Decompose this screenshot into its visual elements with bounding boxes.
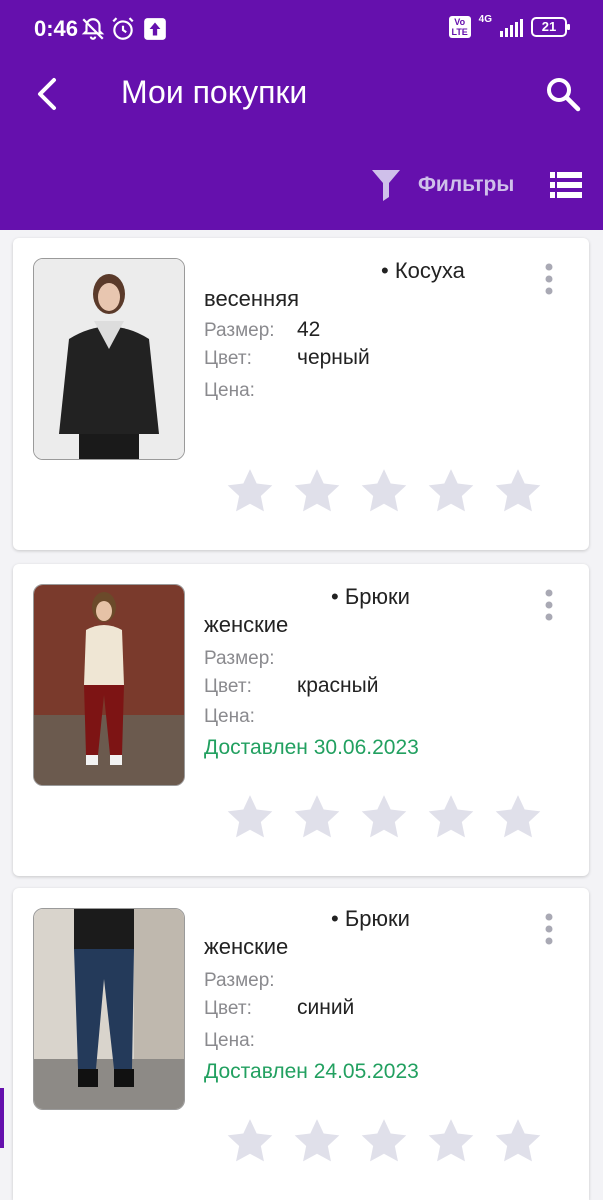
- more-options-icon[interactable]: [539, 588, 559, 622]
- color-value: синий: [297, 996, 355, 1019]
- purchase-card[interactable]: • Брюки женские Размер: Цвет: красный Це…: [13, 564, 589, 876]
- page-title: Мои покупки: [121, 74, 308, 110]
- product-photo: [34, 909, 184, 1109]
- signal-icon: [500, 17, 523, 37]
- rating-stars: [225, 792, 543, 842]
- star-icon[interactable]: [426, 792, 476, 842]
- star-icon[interactable]: [493, 466, 543, 516]
- star-icon[interactable]: [426, 1116, 476, 1166]
- star-icon[interactable]: [292, 792, 342, 842]
- product-image[interactable]: [33, 258, 185, 460]
- product-name-cont: весенняя: [204, 286, 300, 311]
- product-image[interactable]: [33, 908, 185, 1110]
- delivery-status: Доставлен 24.05.2023: [204, 1060, 419, 1083]
- status-time: 0:46: [34, 16, 79, 41]
- back-arrow-icon[interactable]: [30, 74, 66, 114]
- color-label: Цвет:: [204, 348, 252, 369]
- product-name-cont: женские: [204, 934, 289, 959]
- status-indicators: Vo LTE 4G 21: [448, 13, 570, 38]
- product-name: • Косуха: [381, 258, 465, 283]
- star-icon[interactable]: [493, 1116, 543, 1166]
- product-image[interactable]: [33, 584, 185, 786]
- product-name-cont: женские: [204, 612, 289, 637]
- volte-badge: Vo LTE: [448, 16, 471, 38]
- size-label: Размер:: [204, 320, 275, 341]
- network-type: 4G: [478, 13, 492, 25]
- list-view-icon[interactable]: [550, 170, 582, 200]
- search-icon[interactable]: [543, 74, 583, 114]
- purchase-card[interactable]: • Брюки женские Размер: Цвет: синий Цена…: [13, 888, 589, 1200]
- price-label: Цена:: [204, 706, 255, 727]
- product-photo: [34, 259, 184, 459]
- star-icon[interactable]: [359, 1116, 409, 1166]
- filter-label: Фильтры: [418, 173, 515, 196]
- size-label: Размер:: [204, 970, 275, 991]
- filter-icon: [372, 170, 400, 201]
- price-label: Цена:: [204, 380, 255, 401]
- rating-stars: [225, 1116, 543, 1166]
- product-name: • Брюки: [331, 906, 410, 931]
- filter-button[interactable]: Фильтры: [370, 166, 514, 204]
- star-icon[interactable]: [225, 466, 275, 516]
- battery-icon: 21: [531, 17, 570, 37]
- upload-icon: [144, 18, 166, 40]
- notifications-off-icon: [81, 18, 105, 40]
- price-label: Цена:: [204, 1030, 255, 1051]
- more-options-icon[interactable]: [539, 912, 559, 946]
- color-label: Цвет:: [204, 998, 252, 1019]
- purchase-card[interactable]: • Косуха весенняя Размер: 42 Цвет: черны…: [13, 238, 589, 550]
- color-label: Цвет:: [204, 676, 252, 697]
- rating-stars: [225, 466, 543, 516]
- size-value: 42: [297, 318, 321, 341]
- star-icon[interactable]: [225, 792, 275, 842]
- product-name: • Брюки: [331, 584, 410, 609]
- alarm-icon: [112, 17, 134, 40]
- size-label: Размер:: [204, 648, 275, 669]
- color-value: черный: [297, 346, 370, 369]
- delivery-status: Доставлен 30.06.2023: [204, 736, 419, 759]
- status-bar: 0:46 Vo LTE 4G 21: [0, 0, 603, 58]
- scroll-indicator: [0, 1088, 4, 1148]
- star-icon[interactable]: [359, 466, 409, 516]
- star-icon[interactable]: [292, 466, 342, 516]
- color-value: красный: [297, 674, 379, 697]
- star-icon[interactable]: [493, 792, 543, 842]
- product-photo: [34, 585, 184, 785]
- star-icon[interactable]: [225, 1116, 275, 1166]
- more-options-icon[interactable]: [539, 262, 559, 296]
- app-bar: 0:46 Vo LTE 4G 21 Мои покупки Фильтры: [0, 0, 603, 230]
- star-icon[interactable]: [426, 466, 476, 516]
- star-icon[interactable]: [292, 1116, 342, 1166]
- star-icon[interactable]: [359, 792, 409, 842]
